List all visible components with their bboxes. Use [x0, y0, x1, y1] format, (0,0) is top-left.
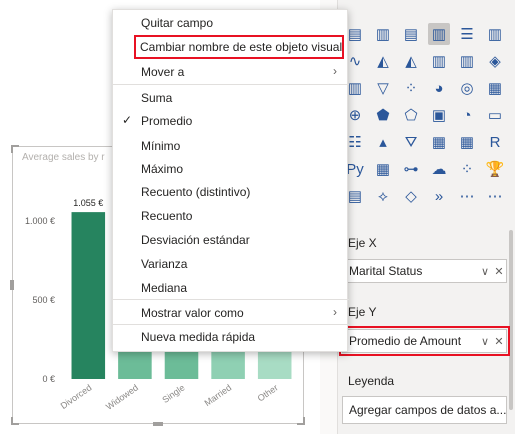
y-tick-label: 1.000 € — [25, 216, 55, 226]
treemap-icon[interactable]: ▦ — [484, 77, 506, 99]
smart-narrative-icon[interactable]: ⁘ — [456, 158, 478, 180]
100-column-icon[interactable]: ▥ — [484, 23, 506, 45]
line-column-icon[interactable]: ▥ — [428, 50, 450, 72]
x-tick-label: Other — [256, 382, 280, 403]
stacked-area-icon[interactable]: ◭ — [400, 50, 422, 72]
y-tick-label: 500 € — [32, 295, 55, 305]
filled-map-icon[interactable]: ⬟ — [372, 104, 394, 126]
chevron-down-icon[interactable]: ∨ — [478, 265, 492, 278]
legend-well-label: Leyenda — [348, 374, 395, 388]
close-icon[interactable]: ✕ — [492, 265, 506, 278]
menu-item[interactable]: Recuento (distintivo) — [113, 180, 349, 204]
qa-icon[interactable]: ☁ — [428, 158, 450, 180]
menu-item[interactable]: Mínimo — [113, 134, 349, 158]
close-icon[interactable]: ✕ — [492, 335, 506, 348]
y-axis-field[interactable]: Promedio de Amount ∨ ✕ — [339, 326, 510, 356]
bar-divorced[interactable] — [71, 212, 106, 379]
menu-item[interactable]: Mostrar valor como › — [113, 301, 349, 325]
field-context-menu: Quitar campo Cambiar nombre de este objet… — [112, 9, 349, 352]
menu-item-label: Desviación estándar — [141, 233, 250, 247]
clustered-column-icon[interactable]: ▥ — [428, 23, 450, 45]
x-axis-field[interactable]: Marital Status ∨ ✕ — [342, 259, 507, 283]
menu-item-label: Mediana — [141, 281, 188, 295]
menu-item[interactable]: Quitar campo — [113, 11, 349, 35]
visual-type-gallery: ▤ ▥ ▤ ▥ ☰ ▥ ∿ ◭ ◭ ▥ ▥ ◈ ▥ ▽ ⁘ ◕ ◎ ▦ ⊕ ⬟ ⬠ ▣ ◔ ▭ ☷ ▴ ⛛ ▦ ▦ R Py ▦ ⊶ ☁ ⁘ 🏆 ▤ ⟡ ◇… — [344, 23, 510, 212]
menu-item[interactable]: Recuento — [113, 204, 349, 228]
menu-item[interactable]: ✓ Promedio — [113, 109, 349, 133]
menu-item[interactable]: Máximo — [113, 157, 349, 181]
menu-item[interactable]: Cambiar nombre de este objeto visual — [134, 35, 344, 59]
chevron-down-icon[interactable]: ∨ — [478, 335, 492, 348]
line-clustered-icon[interactable]: ▥ — [456, 50, 478, 72]
menu-item-label: Recuento — [141, 209, 193, 223]
menu-item-label: Cambiar nombre de este objeto visual — [140, 40, 343, 54]
power-automate-icon[interactable]: ◇ — [400, 185, 422, 207]
legend-placeholder: Agregar campos de datos a... — [349, 403, 506, 417]
menu-item-label: Mínimo — [141, 139, 181, 153]
key-influencers-icon[interactable]: ▦ — [372, 158, 394, 180]
pie-icon[interactable]: ◕ — [428, 77, 450, 99]
funnel-icon[interactable]: ▽ — [372, 77, 394, 99]
ribbon-icon[interactable]: ◈ — [484, 50, 506, 72]
legend-field-dropzone[interactable]: Agregar campos de datos a... — [342, 396, 507, 424]
menu-item-label: Mover a — [141, 65, 185, 79]
gauge-icon[interactable]: ◔ — [456, 104, 478, 126]
matrix-icon[interactable]: ▦ — [456, 131, 478, 153]
donut-icon[interactable]: ◎ — [456, 77, 478, 99]
table-icon[interactable]: ▦ — [428, 131, 450, 153]
menu-item[interactable]: Mediana — [113, 276, 349, 300]
more-dots-icon[interactable]: ⋯ — [456, 185, 478, 207]
clustered-bar-icon[interactable]: ▤ — [400, 23, 422, 45]
y-axis-field-name: Promedio de Amount — [349, 334, 462, 348]
menu-item[interactable]: Varianza — [113, 252, 349, 276]
100-bar-icon[interactable]: ☰ — [456, 23, 478, 45]
x-tick-label: Married — [203, 382, 234, 408]
chevron-right-icon: › — [333, 305, 337, 319]
x-tick-label: Single — [160, 382, 186, 405]
goals-icon[interactable]: 🏆 — [484, 158, 506, 180]
menu-item-label: Quitar campo — [141, 16, 214, 30]
data-label: 1.055 € — [73, 198, 103, 208]
arrow-chevron-icon[interactable]: » — [428, 185, 450, 207]
menu-item[interactable]: Suma — [113, 86, 349, 110]
checkmark-icon: ✓ — [122, 113, 133, 127]
menu-item[interactable]: Desviación estándar — [113, 228, 349, 252]
scatter-icon[interactable]: ⁘ — [400, 77, 422, 99]
decomposition-tree-icon[interactable]: ⊶ — [400, 158, 422, 180]
menu-item-label: Mostrar valor como — [141, 306, 244, 320]
menu-item-label: Nueva medida rápida — [141, 330, 256, 344]
menu-item-label: Promedio — [141, 114, 193, 128]
azure-map-icon[interactable]: ▣ — [428, 104, 450, 126]
shape-map-icon[interactable]: ⬠ — [400, 104, 422, 126]
y-axis-well-label: Eje Y — [348, 305, 377, 319]
x-tick-label: Divorced — [59, 382, 94, 411]
kpi-icon[interactable]: ▴ — [372, 131, 394, 153]
r-visual-icon[interactable]: R — [484, 131, 506, 153]
menu-item-label: Recuento (distintivo) — [141, 185, 251, 199]
pane-scrollbar[interactable] — [509, 230, 513, 410]
chevron-right-icon: › — [333, 64, 337, 78]
menu-item[interactable]: Nueva medida rápida — [113, 325, 349, 349]
menu-item-label: Suma — [141, 91, 173, 105]
menu-item-label: Máximo — [141, 162, 184, 176]
x-axis-well-label: Eje X — [348, 236, 377, 250]
more-dots-icon-2[interactable]: ⋯ — [484, 185, 506, 207]
card-icon[interactable]: ▭ — [484, 104, 506, 126]
area-icon[interactable]: ◭ — [372, 50, 394, 72]
menu-separator — [113, 84, 349, 85]
menu-item-label: Varianza — [141, 257, 188, 271]
x-tick-label: Widowed — [104, 382, 140, 411]
y-tick-label: 0 € — [42, 374, 55, 384]
x-axis-field-name: Marital Status — [349, 264, 423, 278]
slicer-icon[interactable]: ⛛ — [400, 131, 422, 153]
menu-item[interactable]: Mover a › — [113, 60, 349, 84]
power-apps-icon[interactable]: ⟡ — [372, 185, 394, 207]
stacked-column-icon[interactable]: ▥ — [372, 23, 394, 45]
